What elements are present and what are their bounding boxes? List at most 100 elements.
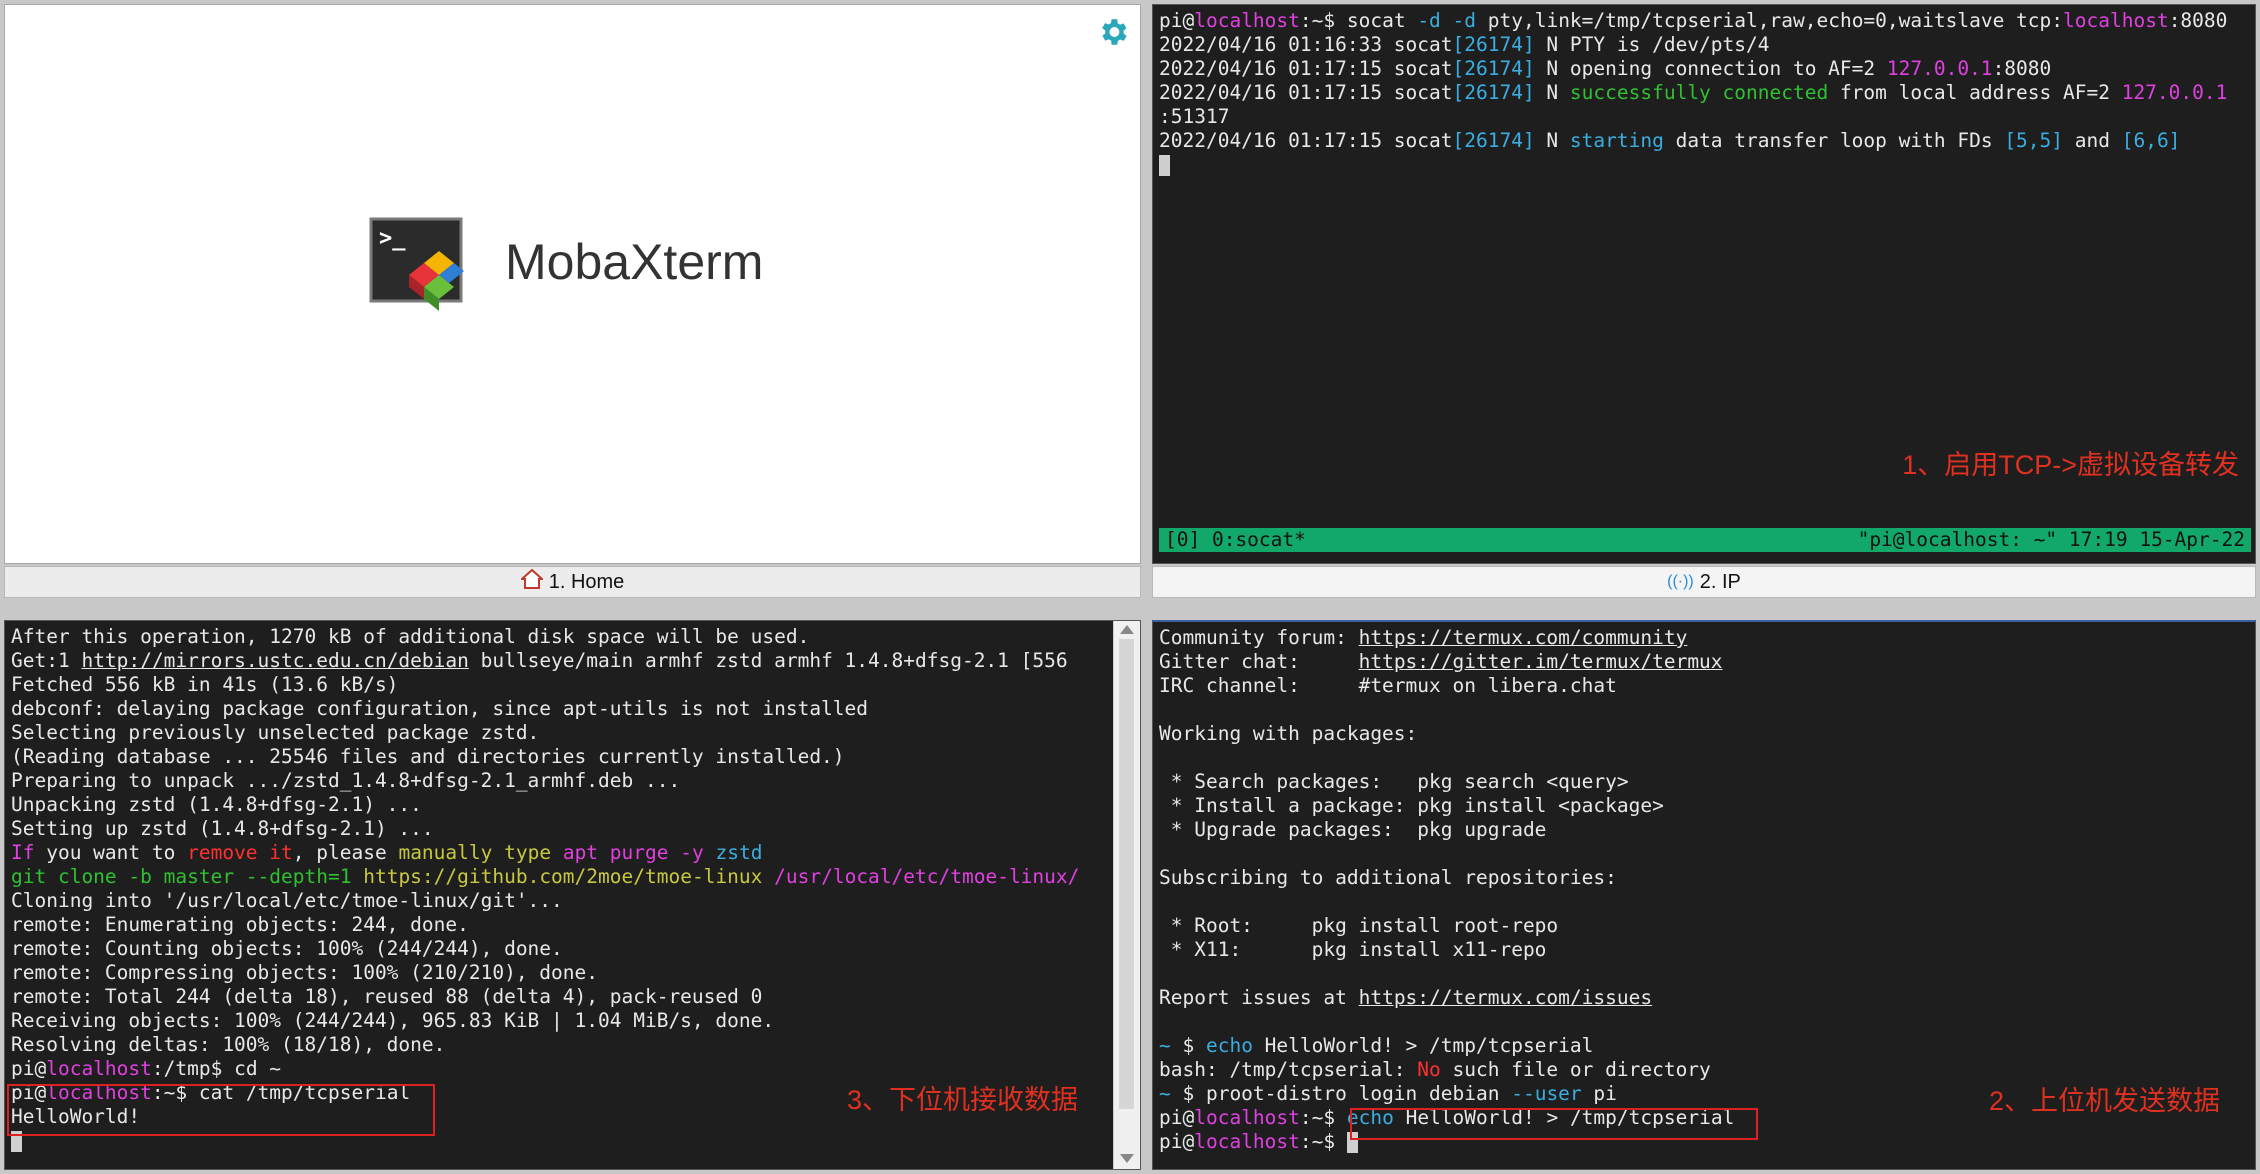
terminal-text: [6,6] <box>2121 129 2181 152</box>
home-pane: >_ MobaXterm <box>4 4 1141 564</box>
tab-home-label: 1. Home <box>548 570 625 593</box>
terminal-line: remote: Total 244 (delta 18), reused 88 … <box>11 985 1140 1009</box>
terminal-line: 2022/04/16 01:17:15 socat[26174] N start… <box>1159 129 2255 153</box>
terminal-text: :8080 <box>1992 57 2052 80</box>
terminal-text: 127.0.0.1 <box>1886 57 1993 80</box>
terminal-text: localhost <box>2063 9 2169 32</box>
tab-home[interactable]: 1. Home <box>4 566 1141 598</box>
terminal-text: [26174] <box>1452 129 1535 152</box>
terminal-text: debconf: delaying package configuration,… <box>11 697 869 720</box>
terminal-receiver-output: After this operation, 1270 kB of additio… <box>11 625 1140 1129</box>
terminal-line: bash: /tmp/tcpserial: No such file or di… <box>1159 1058 2255 1082</box>
terminal-text: --user <box>1511 1082 1582 1105</box>
terminal-link[interactable]: https://termux.com/community <box>1359 626 1688 649</box>
terminal-socat-output: pi@localhost:~$ socat -d -d pty,link=/tm… <box>1159 9 2255 153</box>
terminal-text: :8080 <box>2168 9 2228 32</box>
terminal-socat[interactable]: pi@localhost:~$ socat -d -d pty,link=/tm… <box>1152 4 2256 564</box>
terminal-line: Get:1 http://mirrors.ustc.edu.cn/debian … <box>11 649 1140 673</box>
scrollbar[interactable] <box>1113 621 1140 1169</box>
svg-text:>_: >_ <box>379 226 406 251</box>
tab-ip[interactable]: ((·)) 2. IP <box>1152 566 2256 598</box>
terminal-text: Unpacking zstd (1.4.8+dfsg-2.1) ... <box>11 793 422 816</box>
terminal-text: data transfer loop with FDs <box>1663 129 2005 152</box>
terminal-line: Receiving objects: 100% (244/244), 965.8… <box>11 1009 1140 1033</box>
terminal-text: @ <box>1182 9 1195 32</box>
annotation-step-1: 1、启用TCP->虚拟设备转发 <box>1902 450 2239 480</box>
terminal-text: starting <box>1569 129 1664 152</box>
terminal-text: localhost <box>1194 1130 1300 1153</box>
terminal-text: echo <box>1205 1034 1253 1057</box>
tmux-status-left: [0] 0:socat* <box>1165 528 1306 551</box>
terminal-text: Gitter chat: <box>1159 650 1359 673</box>
terminal-text: pi <box>1159 9 1183 32</box>
highlight-receive-box <box>7 1084 435 1136</box>
terminal-text: pi@ <box>11 1057 47 1080</box>
terminal-text: N <box>1534 129 1570 152</box>
terminal-text: remove it <box>187 841 293 864</box>
terminal-text: Preparing to unpack .../zstd_1.4.8+dfsg-… <box>11 769 681 792</box>
tab-ip-label: 2. IP <box>1699 570 1741 593</box>
terminal-text: * Install a package: pkg install <packag… <box>1159 794 1664 817</box>
terminal-text: localhost <box>46 1057 152 1080</box>
terminal-text: https://github.com/2moe/tmoe-linux <box>363 865 763 888</box>
terminal-text: localhost <box>1194 1106 1300 1129</box>
terminal-line: remote: Enumerating objects: 244, done. <box>11 913 1140 937</box>
terminal-line: * X11: pkg install x11-repo <box>1159 938 2255 962</box>
terminal-link[interactable]: https://gitter.im/termux/termux <box>1359 650 1723 673</box>
terminal-text: [26174] <box>1452 81 1535 104</box>
terminal-receiver[interactable]: After this operation, 1270 kB of additio… <box>4 620 1141 1170</box>
terminal-text: you want to <box>34 841 188 864</box>
terminal-text: Fetched 556 kB in 41s (13.6 kB/s) <box>11 673 399 696</box>
terminal-text: bash: /tmp/tcpserial: <box>1159 1058 1418 1081</box>
terminal-line: (Reading database ... 25546 files and di… <box>11 745 1140 769</box>
settings-gear-icon[interactable] <box>1096 15 1130 49</box>
terminal-line: pi@localhost:~$ socat -d -d pty,link=/tm… <box>1159 9 2255 33</box>
terminal-line: After this operation, 1270 kB of additio… <box>11 625 1140 649</box>
scroll-up-arrow-icon[interactable] <box>1120 625 1134 634</box>
terminal-text: Resolving deltas: 100% (18/18), done. <box>11 1033 446 1056</box>
terminal-text: Selecting previously unselected package … <box>11 721 540 744</box>
annotation-step-3: 3、下位机接收数据 <box>847 1085 1079 1115</box>
terminal-text: Subscribing to additional repositories: <box>1159 866 1617 889</box>
terminal-text: IRC channel: #termux on libera.chat <box>1159 674 1617 697</box>
terminal-text: from local address AF=2 <box>1828 81 2122 104</box>
terminal-line: :51317 <box>1159 105 2255 129</box>
terminal-text: Community forum: <box>1159 626 1359 649</box>
terminal-line: IRC channel: #termux on libera.chat <box>1159 674 2255 698</box>
tmux-status-right: "pi@localhost: ~" 17:19 15-Apr-22 <box>1857 528 2245 551</box>
terminal-text: * Root: pkg install root-repo <box>1159 914 1559 937</box>
terminal-line: Report issues at https://termux.com/issu… <box>1159 986 2255 1010</box>
terminal-link[interactable]: http://mirrors.ustc.edu.cn/debian <box>81 649 468 672</box>
terminal-text: $ <box>1182 1034 1206 1057</box>
terminal-text: git clone -b master --depth=1 <box>11 865 352 888</box>
scrollbar-thumb[interactable] <box>1119 639 1134 1109</box>
terminal-text: After this operation, 1270 kB of additio… <box>11 625 810 648</box>
terminal-sender[interactable]: Community forum: https://termux.com/comm… <box>1152 620 2256 1170</box>
terminal-text: remote: Total 244 (delta 18), reused 88 … <box>11 985 763 1008</box>
terminal-text: Cloning into '/usr/local/etc/tmoe-linux/… <box>11 889 563 912</box>
annotation-step-2: 2、上位机发送数据 <box>1989 1086 2221 1116</box>
terminal-line: git clone -b master --depth=1 https://gi… <box>11 865 1140 889</box>
terminal-line: pi@localhost:/tmp$ cd ~ <box>11 1057 1140 1081</box>
scroll-down-arrow-icon[interactable] <box>1120 1154 1134 1163</box>
app-name: MobaXterm <box>505 234 764 290</box>
terminal-link[interactable]: https://termux.com/issues <box>1359 986 1653 1009</box>
terminal-text: Get:1 <box>11 649 82 672</box>
terminal-line: * Install a package: pkg install <packag… <box>1159 794 2255 818</box>
terminal-line: Selecting previously unselected package … <box>11 721 1140 745</box>
terminal-line: * Search packages: pkg search <query> <box>1159 770 2255 794</box>
terminal-text: [26174] <box>1452 33 1535 56</box>
terminal-line: Gitter chat: https://gitter.im/termux/te… <box>1159 650 2255 674</box>
terminal-line: 2022/04/16 01:17:15 socat[26174] N succe… <box>1159 81 2255 105</box>
terminal-text: zstd <box>715 841 763 864</box>
terminal-text: * Search packages: pkg search <query> <box>1159 770 1629 793</box>
terminal-text: Setting up zstd (1.4.8+dfsg-2.1) ... <box>11 817 434 840</box>
terminal-text: * X11: pkg install x11-repo <box>1159 938 1547 961</box>
terminal-text: ~ <box>1159 1082 1183 1105</box>
terminal-text: * Upgrade packages: pkg upgrade <box>1159 818 1547 841</box>
terminal-line: * Upgrade packages: pkg upgrade <box>1159 818 2255 842</box>
terminal-text: , please <box>292 841 399 864</box>
home-icon <box>519 568 545 595</box>
